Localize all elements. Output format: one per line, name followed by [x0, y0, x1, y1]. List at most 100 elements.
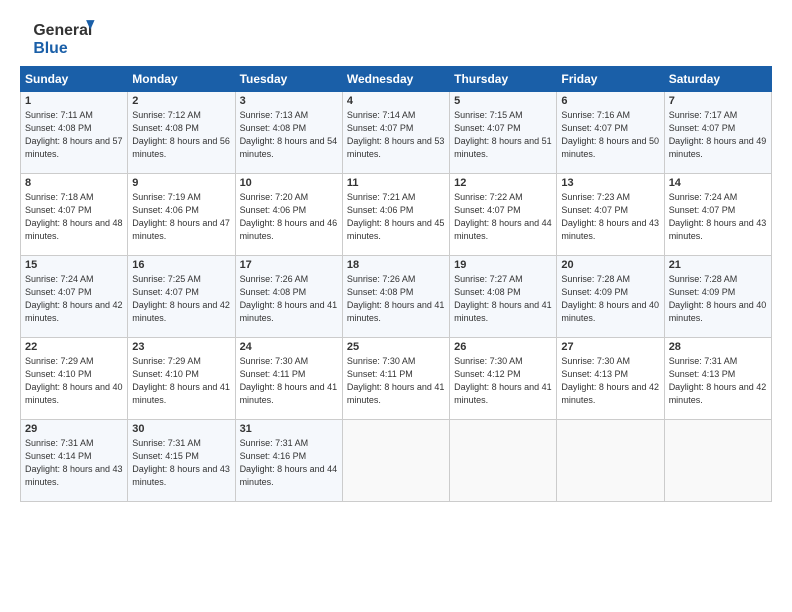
day-info: Sunrise: 7:20 AMSunset: 4:06 PMDaylight:… — [240, 192, 338, 241]
calendar-cell: 30 Sunrise: 7:31 AMSunset: 4:15 PMDaylig… — [128, 420, 235, 502]
day-number: 2 — [132, 95, 230, 107]
calendar-cell: 22 Sunrise: 7:29 AMSunset: 4:10 PMDaylig… — [21, 338, 128, 420]
calendar-cell: 9 Sunrise: 7:19 AMSunset: 4:06 PMDayligh… — [128, 174, 235, 256]
day-number: 27 — [561, 341, 659, 353]
day-info: Sunrise: 7:26 AMSunset: 4:08 PMDaylight:… — [347, 274, 445, 323]
day-info: Sunrise: 7:23 AMSunset: 4:07 PMDaylight:… — [561, 192, 659, 241]
day-number: 31 — [240, 423, 338, 435]
day-number: 14 — [669, 177, 767, 189]
week-row-4: 22 Sunrise: 7:29 AMSunset: 4:10 PMDaylig… — [21, 338, 772, 420]
calendar-cell: 3 Sunrise: 7:13 AMSunset: 4:08 PMDayligh… — [235, 92, 342, 174]
day-number: 13 — [561, 177, 659, 189]
calendar-cell: 13 Sunrise: 7:23 AMSunset: 4:07 PMDaylig… — [557, 174, 664, 256]
calendar-cell: 16 Sunrise: 7:25 AMSunset: 4:07 PMDaylig… — [128, 256, 235, 338]
calendar-cell: 23 Sunrise: 7:29 AMSunset: 4:10 PMDaylig… — [128, 338, 235, 420]
day-info: Sunrise: 7:11 AMSunset: 4:08 PMDaylight:… — [25, 110, 123, 159]
header-row: SundayMondayTuesdayWednesdayThursdayFrid… — [21, 67, 772, 92]
day-info: Sunrise: 7:30 AMSunset: 4:11 PMDaylight:… — [347, 356, 445, 405]
col-header-thursday: Thursday — [450, 67, 557, 92]
svg-text:General: General — [33, 22, 92, 39]
day-info: Sunrise: 7:17 AMSunset: 4:07 PMDaylight:… — [669, 110, 767, 159]
day-info: Sunrise: 7:26 AMSunset: 4:08 PMDaylight:… — [240, 274, 338, 323]
day-info: Sunrise: 7:22 AMSunset: 4:07 PMDaylight:… — [454, 192, 552, 241]
week-row-5: 29 Sunrise: 7:31 AMSunset: 4:14 PMDaylig… — [21, 420, 772, 502]
day-number: 17 — [240, 259, 338, 271]
calendar-cell — [557, 420, 664, 502]
day-number: 24 — [240, 341, 338, 353]
calendar-cell: 8 Sunrise: 7:18 AMSunset: 4:07 PMDayligh… — [21, 174, 128, 256]
calendar-cell: 1 Sunrise: 7:11 AMSunset: 4:08 PMDayligh… — [21, 92, 128, 174]
header: General Blue — [20, 18, 772, 56]
calendar-cell: 6 Sunrise: 7:16 AMSunset: 4:07 PMDayligh… — [557, 92, 664, 174]
day-info: Sunrise: 7:28 AMSunset: 4:09 PMDaylight:… — [669, 274, 767, 323]
week-row-1: 1 Sunrise: 7:11 AMSunset: 4:08 PMDayligh… — [21, 92, 772, 174]
calendar-cell — [664, 420, 771, 502]
calendar-table: SundayMondayTuesdayWednesdayThursdayFrid… — [20, 66, 772, 502]
day-info: Sunrise: 7:31 AMSunset: 4:16 PMDaylight:… — [240, 438, 338, 487]
calendar-page: General Blue SundayMondayTuesdayWednesda… — [0, 0, 792, 512]
day-info: Sunrise: 7:14 AMSunset: 4:07 PMDaylight:… — [347, 110, 445, 159]
calendar-cell: 17 Sunrise: 7:26 AMSunset: 4:08 PMDaylig… — [235, 256, 342, 338]
col-header-sunday: Sunday — [21, 67, 128, 92]
day-info: Sunrise: 7:25 AMSunset: 4:07 PMDaylight:… — [132, 274, 230, 323]
day-info: Sunrise: 7:31 AMSunset: 4:14 PMDaylight:… — [25, 438, 123, 487]
calendar-cell: 26 Sunrise: 7:30 AMSunset: 4:12 PMDaylig… — [450, 338, 557, 420]
day-number: 20 — [561, 259, 659, 271]
day-number: 7 — [669, 95, 767, 107]
col-header-friday: Friday — [557, 67, 664, 92]
day-info: Sunrise: 7:30 AMSunset: 4:12 PMDaylight:… — [454, 356, 552, 405]
logo-svg: General Blue — [20, 18, 110, 56]
col-header-tuesday: Tuesday — [235, 67, 342, 92]
day-number: 28 — [669, 341, 767, 353]
day-info: Sunrise: 7:15 AMSunset: 4:07 PMDaylight:… — [454, 110, 552, 159]
col-header-saturday: Saturday — [664, 67, 771, 92]
day-number: 11 — [347, 177, 445, 189]
calendar-cell: 21 Sunrise: 7:28 AMSunset: 4:09 PMDaylig… — [664, 256, 771, 338]
day-number: 25 — [347, 341, 445, 353]
day-number: 1 — [25, 95, 123, 107]
day-info: Sunrise: 7:18 AMSunset: 4:07 PMDaylight:… — [25, 192, 123, 241]
day-info: Sunrise: 7:31 AMSunset: 4:15 PMDaylight:… — [132, 438, 230, 487]
calendar-cell: 12 Sunrise: 7:22 AMSunset: 4:07 PMDaylig… — [450, 174, 557, 256]
calendar-cell: 25 Sunrise: 7:30 AMSunset: 4:11 PMDaylig… — [342, 338, 449, 420]
logo: General Blue — [20, 18, 110, 56]
calendar-cell: 11 Sunrise: 7:21 AMSunset: 4:06 PMDaylig… — [342, 174, 449, 256]
day-number: 21 — [669, 259, 767, 271]
day-number: 15 — [25, 259, 123, 271]
day-info: Sunrise: 7:27 AMSunset: 4:08 PMDaylight:… — [454, 274, 552, 323]
day-info: Sunrise: 7:30 AMSunset: 4:11 PMDaylight:… — [240, 356, 338, 405]
day-info: Sunrise: 7:12 AMSunset: 4:08 PMDaylight:… — [132, 110, 230, 159]
day-info: Sunrise: 7:31 AMSunset: 4:13 PMDaylight:… — [669, 356, 767, 405]
day-number: 9 — [132, 177, 230, 189]
calendar-cell: 5 Sunrise: 7:15 AMSunset: 4:07 PMDayligh… — [450, 92, 557, 174]
day-number: 23 — [132, 341, 230, 353]
day-number: 3 — [240, 95, 338, 107]
calendar-cell: 27 Sunrise: 7:30 AMSunset: 4:13 PMDaylig… — [557, 338, 664, 420]
calendar-cell: 10 Sunrise: 7:20 AMSunset: 4:06 PMDaylig… — [235, 174, 342, 256]
day-info: Sunrise: 7:13 AMSunset: 4:08 PMDaylight:… — [240, 110, 338, 159]
calendar-cell: 20 Sunrise: 7:28 AMSunset: 4:09 PMDaylig… — [557, 256, 664, 338]
day-info: Sunrise: 7:30 AMSunset: 4:13 PMDaylight:… — [561, 356, 659, 405]
day-info: Sunrise: 7:16 AMSunset: 4:07 PMDaylight:… — [561, 110, 659, 159]
day-info: Sunrise: 7:24 AMSunset: 4:07 PMDaylight:… — [25, 274, 123, 323]
day-number: 22 — [25, 341, 123, 353]
day-number: 12 — [454, 177, 552, 189]
calendar-cell: 31 Sunrise: 7:31 AMSunset: 4:16 PMDaylig… — [235, 420, 342, 502]
calendar-cell: 28 Sunrise: 7:31 AMSunset: 4:13 PMDaylig… — [664, 338, 771, 420]
day-info: Sunrise: 7:24 AMSunset: 4:07 PMDaylight:… — [669, 192, 767, 241]
week-row-2: 8 Sunrise: 7:18 AMSunset: 4:07 PMDayligh… — [21, 174, 772, 256]
calendar-cell: 24 Sunrise: 7:30 AMSunset: 4:11 PMDaylig… — [235, 338, 342, 420]
day-info: Sunrise: 7:29 AMSunset: 4:10 PMDaylight:… — [25, 356, 123, 405]
calendar-cell — [342, 420, 449, 502]
calendar-cell: 19 Sunrise: 7:27 AMSunset: 4:08 PMDaylig… — [450, 256, 557, 338]
day-number: 19 — [454, 259, 552, 271]
day-info: Sunrise: 7:21 AMSunset: 4:06 PMDaylight:… — [347, 192, 445, 241]
calendar-cell: 29 Sunrise: 7:31 AMSunset: 4:14 PMDaylig… — [21, 420, 128, 502]
calendar-cell: 14 Sunrise: 7:24 AMSunset: 4:07 PMDaylig… — [664, 174, 771, 256]
svg-text:Blue: Blue — [33, 40, 67, 56]
col-header-monday: Monday — [128, 67, 235, 92]
col-header-wednesday: Wednesday — [342, 67, 449, 92]
day-number: 29 — [25, 423, 123, 435]
day-number: 4 — [347, 95, 445, 107]
day-info: Sunrise: 7:19 AMSunset: 4:06 PMDaylight:… — [132, 192, 230, 241]
